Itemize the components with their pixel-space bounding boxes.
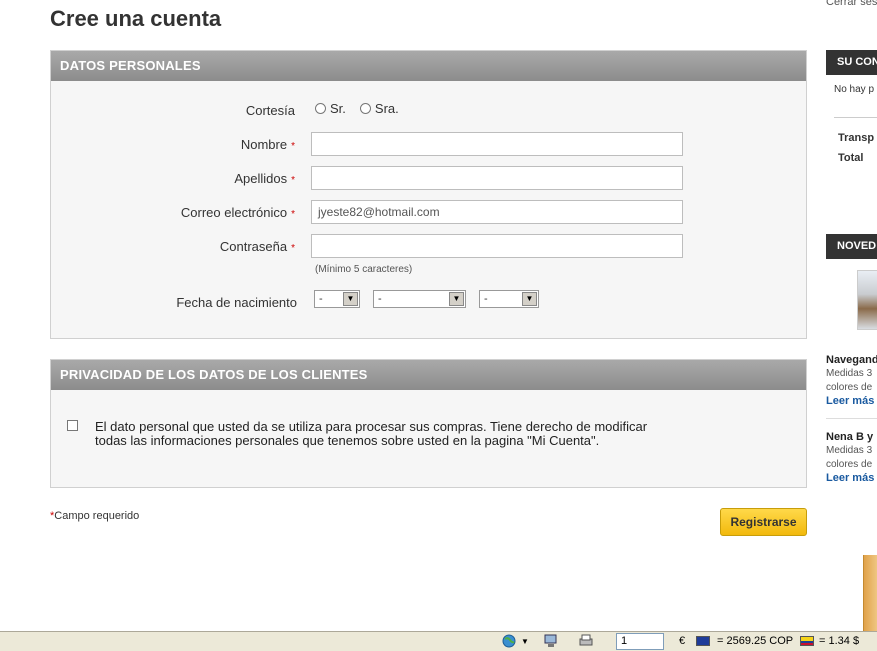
cart-empty-text: No hay p [834,84,875,95]
birth-day-select[interactable]: - ▼ [314,290,360,308]
courtesy-option-sr[interactable]: Sr. [315,101,346,116]
privacy-panel: PRIVACIDAD DE LOS DATOS DE LOS CLIENTES … [50,359,807,488]
browser-status-bar: ▼ 1 € = 2569.25 COP = 1.34 $ [0,631,877,651]
euro-rate: = 2569.25 COP [717,635,794,647]
page-title: Cree una cuenta [50,6,222,31]
chevron-down-icon[interactable]: ▼ [343,292,358,306]
privacy-checkbox[interactable] [67,420,78,431]
privacy-header: PRIVACIDAD DE LOS DATOS DE LOS CLIENTES [51,360,806,390]
radio-sr[interactable] [315,103,326,114]
privacy-text: El dato personal que usted da se utiliza… [95,419,648,448]
product-desc: colores de [826,459,873,470]
chevron-down-icon[interactable]: ▼ [449,292,464,306]
courtesy-label: Cortesía [245,103,295,118]
email-row: Correo electrónico * jyeste82@hotmail.com [51,200,806,224]
colombia-flag-icon [800,636,814,646]
surname-row: Apellidos * [51,166,806,190]
side-banner[interactable] [863,555,877,631]
required-note: *Campo requerido [50,510,140,522]
product-desc: colores de [826,382,873,393]
radio-sra[interactable] [359,103,371,114]
product-desc: Medidas 3 [826,368,873,379]
usd-rate: = 1.34 $ [819,635,860,647]
page-number-input[interactable]: 1 [616,633,664,650]
cart-header: SU CON [826,50,877,75]
eu-flag-icon [696,636,710,646]
name-label: Nombre * [240,137,295,152]
read-more-link[interactable]: Leer más [826,472,874,484]
surname-label: Apellidos * [234,171,295,186]
page: Cree una cuenta Cerrar ses DATOS PERSONA… [0,0,877,651]
password-label: Contraseña * [219,239,295,254]
product-title[interactable]: Nena B y [826,431,873,443]
birth-year-select[interactable]: - ▼ [479,290,539,308]
chevron-down-icon[interactable]: ▼ [522,292,537,306]
personal-data-panel: DATOS PERSONALES Cortesía Sr. Sra. Nombr… [50,50,807,339]
password-hint: (Mínimo 5 caracteres) [315,264,413,275]
divider [834,117,877,118]
radio-sra-label: Sra. [374,101,399,116]
password-row: Contraseña * [51,234,806,258]
divider [826,418,877,419]
birthdate-row: Fecha de nacimiento - ▼ - ▼ - ▼ [51,290,806,314]
name-input[interactable] [311,132,683,156]
birthdate-label: Fecha de nacimiento [176,295,297,310]
register-button[interactable]: Registrarse [720,508,807,536]
courtesy-row: Cortesía Sr. Sra. [51,98,806,122]
computer-icon[interactable] [543,634,559,648]
read-more-link[interactable]: Leer más [826,395,874,407]
email-label: Correo electrónico * [180,205,295,220]
globe-icon[interactable] [502,634,518,648]
radio-sr-label: Sr. [330,101,346,116]
total-label: Total [838,152,864,164]
chevron-down-icon[interactable]: ▼ [521,637,529,646]
personal-data-header: DATOS PERSONALES [51,51,806,81]
shipping-label: Transp [838,132,875,144]
product-title[interactable]: Navegand [826,354,877,366]
name-row: Nombre * [51,132,806,156]
product-thumbnail[interactable] [857,270,877,330]
email-input[interactable]: jyeste82@hotmail.com [311,200,683,224]
surname-input[interactable] [311,166,683,190]
password-input[interactable] [311,234,683,258]
courtesy-radio-group: Sr. Sra. [315,101,399,116]
logout-link[interactable]: Cerrar ses [826,0,877,8]
news-header: NOVED [826,234,877,259]
product-desc: Medidas 3 [826,445,873,456]
euro-symbol: € [679,635,686,647]
courtesy-option-sra[interactable]: Sra. [359,101,399,116]
birth-month-select[interactable]: - ▼ [373,290,466,308]
printer-icon[interactable] [578,634,594,648]
